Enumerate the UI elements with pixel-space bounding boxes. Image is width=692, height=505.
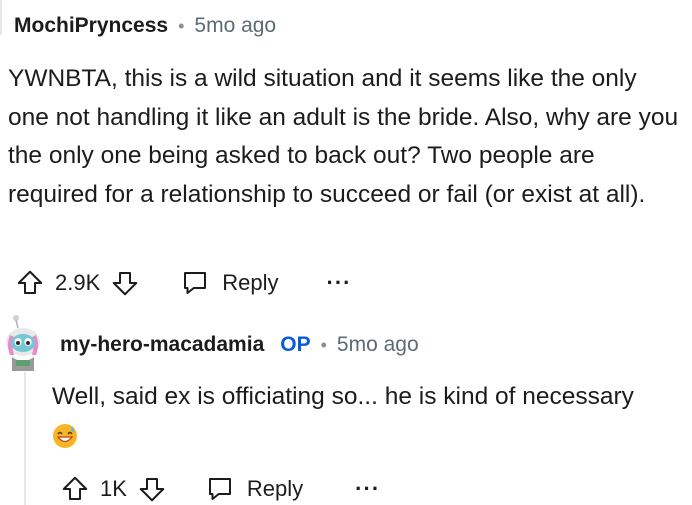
upvote-arrow-icon[interactable] — [60, 474, 90, 504]
vote-count: 2.9K — [55, 270, 101, 295]
op-badge: OP — [280, 333, 311, 356]
comment-header: my-hero-macadamia OP • 5mo ago — [60, 331, 419, 359]
comment-body: Well, said ex is officiating so... he is… — [52, 378, 682, 454]
more-options-icon[interactable]: ··· — [327, 270, 352, 296]
reply-button[interactable]: Reply — [180, 268, 279, 298]
separator-dot: • — [178, 15, 185, 36]
reply-label: Reply — [222, 270, 279, 295]
comment-timestamp[interactable]: 5mo ago — [337, 333, 419, 357]
comment-text: Well, said ex is officiating so... he is… — [52, 383, 634, 410]
downvote-arrow-icon[interactable] — [137, 474, 167, 504]
more-options-icon[interactable]: ··· — [355, 476, 380, 502]
vote-group: 2.9K — [15, 268, 140, 298]
speech-bubble-icon — [205, 474, 235, 504]
upvote-arrow-icon[interactable] — [15, 268, 45, 298]
comment-header: MochiPryncess • 5mo ago — [14, 12, 276, 40]
comment-author[interactable]: my-hero-macadamia — [60, 333, 264, 357]
vote-count: 1K — [100, 476, 127, 501]
sweat-smile-emoji — [52, 423, 78, 449]
reply-label: Reply — [246, 476, 304, 501]
comment-author[interactable]: MochiPryncess — [14, 14, 168, 38]
thread-line — [24, 372, 26, 505]
vote-group: 1K — [60, 474, 167, 504]
comment-timestamp[interactable]: 5mo ago — [194, 14, 276, 38]
speech-bubble-icon — [180, 268, 210, 298]
thread-line — [0, 0, 2, 35]
reply-button[interactable]: Reply — [205, 474, 303, 504]
separator-dot: • — [320, 334, 327, 355]
downvote-arrow-icon[interactable] — [110, 268, 140, 298]
comment-actions: 1K Reply ··· — [60, 474, 380, 504]
comment-body: YWNBTA, this is a wild situation and it … — [8, 65, 679, 208]
comment-actions: 2.9K Reply ··· — [15, 268, 352, 298]
avatar[interactable] — [2, 315, 44, 371]
